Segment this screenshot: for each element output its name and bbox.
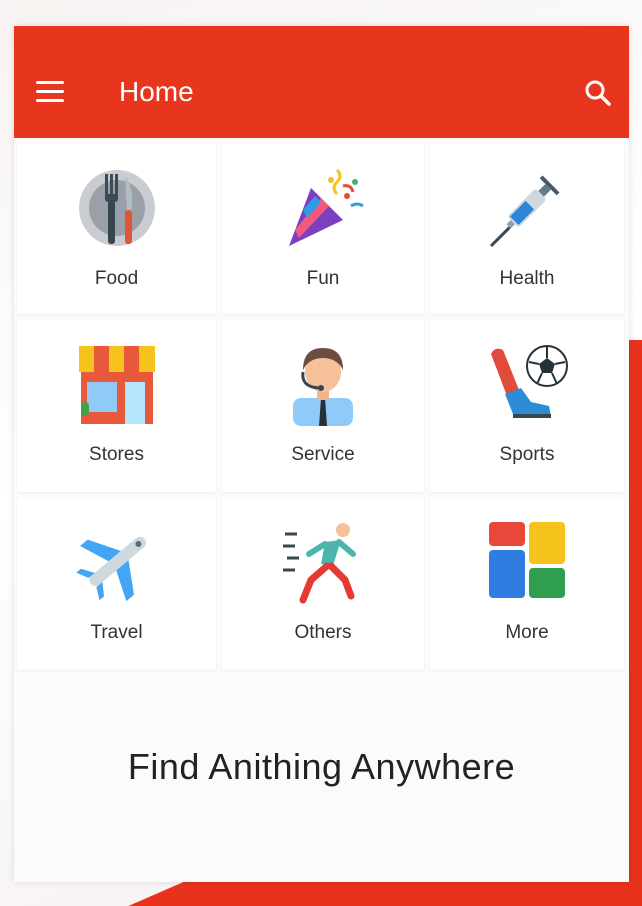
category-label: Service [291, 444, 355, 465]
category-sports[interactable]: Sports [430, 320, 624, 492]
store-icon [75, 342, 159, 426]
category-label: Stores [89, 444, 144, 465]
category-health[interactable]: Health [430, 144, 624, 314]
category-label: Food [94, 268, 139, 289]
category-fun[interactable]: Fun [222, 144, 424, 314]
syringe-icon [485, 166, 569, 250]
category-food[interactable]: Food [17, 144, 216, 314]
category-label: Fun [306, 268, 340, 289]
soccer-icon [485, 342, 569, 426]
food-icon [75, 166, 159, 250]
category-label: Sports [499, 444, 555, 465]
category-label: Health [499, 268, 555, 289]
category-label: More [505, 622, 549, 643]
category-more[interactable]: More [430, 498, 624, 670]
running-man-icon [281, 520, 365, 604]
category-service[interactable]: Service [222, 320, 424, 492]
airplane-icon [75, 520, 159, 604]
category-label: Travel [90, 622, 143, 643]
customer-service-icon [281, 342, 365, 426]
category-label: Others [294, 622, 352, 643]
category-others[interactable]: Others [222, 498, 424, 670]
category-travel[interactable]: Travel [17, 498, 216, 670]
category-grid: Food Fun Health Stores Service Sports Tr… [14, 144, 629, 670]
more-grid-icon [485, 520, 569, 604]
category-stores[interactable]: Stores [17, 320, 216, 492]
menu-icon[interactable] [36, 81, 66, 103]
party-popper-icon [281, 166, 365, 250]
search-icon[interactable] [583, 78, 613, 108]
page-title: Home [119, 76, 194, 107]
app-bar: Home [14, 26, 629, 138]
tagline: Find Anithing Anywhere [127, 746, 516, 787]
app-screen: Home Food Fun Health Stores Service Spor… [14, 26, 629, 882]
